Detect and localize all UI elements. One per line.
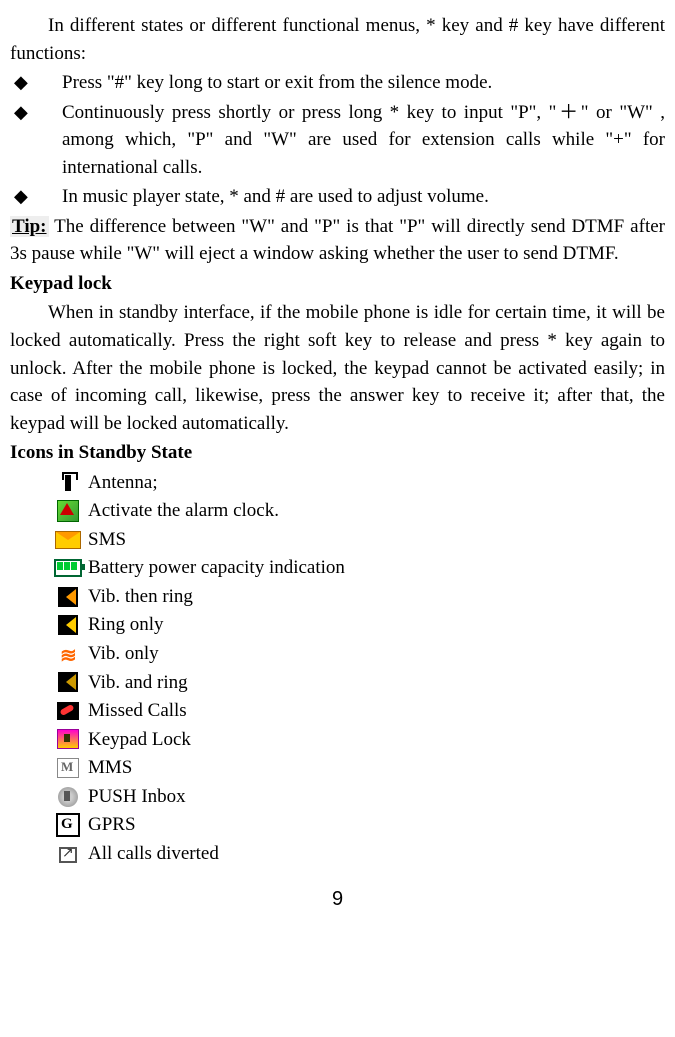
icon-label: Battery power capacity indication [88,554,345,582]
icon-label: Keypad Lock [88,726,191,754]
icon-row: Keypad Lock [54,726,665,754]
alarm-icon [54,500,82,522]
icon-row: Vib. then ring [54,583,665,611]
gprs-icon [54,814,82,836]
keypad-lock-heading: Keypad lock [10,270,665,298]
tip-paragraph: Tip: The difference between "W" and "P" … [10,213,665,268]
diamond-bullet-icon: ◆ [10,183,62,209]
mms-icon [54,757,82,779]
icon-row: PUSH Inbox [54,783,665,811]
divert-icon [54,843,82,865]
icon-row: Ring only [54,611,665,639]
vib-and-ring-icon [54,671,82,693]
page-number: 9 [10,885,665,914]
icon-row: Missed Calls [54,697,665,725]
icon-label: Activate the alarm clock. [88,497,279,525]
functions-bullet-list: ◆ Press "#" key long to start or exit fr… [10,69,665,211]
icon-label: Vib. and ring [88,669,188,697]
keypad-lock-icon [54,728,82,750]
standby-icons-list: Antenna; Activate the alarm clock. SMS B… [54,469,665,868]
icon-label: Ring only [88,611,163,639]
battery-icon [54,557,82,579]
intro-paragraph: In different states or different functio… [10,12,665,67]
icon-label: GPRS [88,811,136,839]
icons-standby-heading: Icons in Standby State [10,439,665,467]
icon-row: GPRS [54,811,665,839]
icon-row: Antenna; [54,469,665,497]
icon-label: Vib. then ring [88,583,193,611]
icon-row: SMS [54,526,665,554]
bullet-item: ◆ In music player state, * and # are use… [10,183,665,211]
push-inbox-icon [54,786,82,808]
vib-then-ring-icon [54,586,82,608]
icon-label: All calls diverted [88,840,219,868]
bullet-text: In music player state, * and # are used … [62,183,665,211]
keypad-lock-paragraph: When in standby interface, if the mobile… [10,299,665,437]
icon-row: Vib. only [54,640,665,668]
icon-label: Antenna; [88,469,158,497]
tip-text: The difference between "W" and "P" is th… [10,216,665,265]
bullet-item: ◆ Continuously press shortly or press lo… [10,99,665,182]
ring-only-icon [54,614,82,636]
sms-icon [54,529,82,551]
diamond-bullet-icon: ◆ [10,99,62,125]
icon-label: MMS [88,754,132,782]
icon-label: SMS [88,526,126,554]
vib-only-icon [54,643,82,665]
icon-row: MMS [54,754,665,782]
icon-row: Battery power capacity indication [54,554,665,582]
icon-label: Missed Calls [88,697,187,725]
icon-label: Vib. only [88,640,159,668]
diamond-bullet-icon: ◆ [10,69,62,95]
icon-label: PUSH Inbox [88,783,186,811]
icon-row: Activate the alarm clock. [54,497,665,525]
icon-row: All calls diverted [54,840,665,868]
tip-label: Tip: [10,216,49,237]
antenna-icon [54,472,82,494]
missed-calls-icon [54,700,82,722]
bullet-item: ◆ Press "#" key long to start or exit fr… [10,69,665,97]
bullet-text: Press "#" key long to start or exit from… [62,69,665,97]
bullet-text: Continuously press shortly or press long… [62,99,665,182]
icon-row: Vib. and ring [54,669,665,697]
